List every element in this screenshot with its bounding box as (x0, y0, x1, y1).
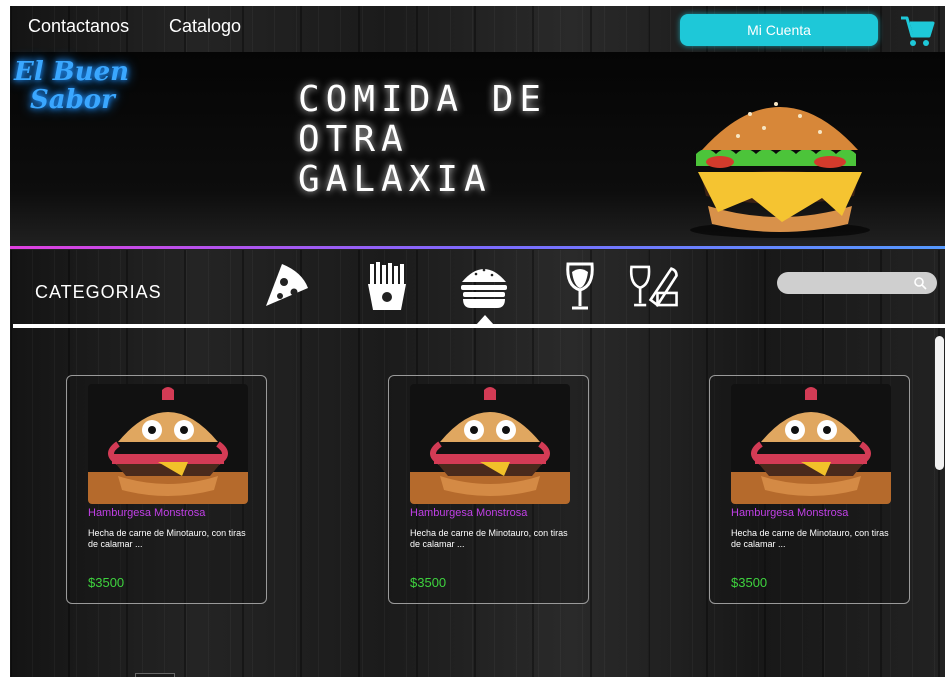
logo-line-2: Sabor (30, 85, 115, 115)
product-card[interactable]: Hamburgesa Monstrosa Hecha de carne de M… (388, 375, 589, 604)
slogan-line-2: OTRA (298, 119, 409, 160)
hero-slogan: COMIDA DE OTRA GALAXIA (298, 80, 547, 200)
category-burger-icon[interactable] (458, 260, 510, 312)
product-title: Hamburgesa Monstrosa (410, 507, 528, 519)
categories-label: CATEGORIAS (35, 282, 162, 302)
logo-line-1: El Buen (14, 57, 130, 87)
product-price: $3500 (410, 575, 447, 590)
product-image (410, 384, 570, 504)
cart-icon[interactable] (899, 14, 935, 50)
product-title: Hamburgesa Monstrosa (88, 507, 206, 519)
category-pizza-icon[interactable] (260, 260, 312, 312)
bottom-tab[interactable] (135, 673, 175, 677)
banner-neon-line (10, 246, 945, 249)
category-wine-glass-icon[interactable] (554, 260, 606, 312)
nav-link-contactanos[interactable]: Contactanos (28, 16, 129, 37)
slogan-line-1: COMIDA DE (298, 79, 548, 120)
hero-burger-image (690, 102, 870, 238)
search-icon[interactable] (913, 276, 927, 290)
product-price: $3500 (88, 575, 125, 590)
category-fries-icon[interactable] (360, 260, 412, 312)
selected-category-pointer (476, 315, 494, 325)
slogan-line-3: GALAXIA (298, 159, 492, 200)
product-image (731, 384, 891, 504)
nav-link-catalogo[interactable]: Catalogo (169, 16, 241, 37)
top-nav: Contactanos Catalogo Mi Cuenta (10, 6, 945, 50)
category-wine-bread-icon[interactable] (628, 260, 680, 312)
scrollbar[interactable] (935, 336, 944, 470)
product-price: $3500 (731, 575, 768, 590)
product-description: Hecha de carne de Minotauro, con tiras d… (731, 528, 889, 549)
product-description: Hecha de carne de Minotauro, con tiras d… (88, 528, 246, 549)
product-card[interactable]: Hamburgesa Monstrosa Hecha de carne de M… (66, 375, 267, 604)
product-image (88, 384, 248, 504)
product-description: Hecha de carne de Minotauro, con tiras d… (410, 528, 568, 549)
product-title: Hamburgesa Monstrosa (731, 507, 849, 519)
account-button[interactable]: Mi Cuenta (680, 14, 878, 46)
brand-logo[interactable]: El Buen Sabor (14, 58, 129, 114)
page: Contactanos Catalogo Mi Cuenta El Buen S… (10, 6, 945, 677)
product-card[interactable]: Hamburgesa Monstrosa Hecha de carne de M… (709, 375, 910, 604)
